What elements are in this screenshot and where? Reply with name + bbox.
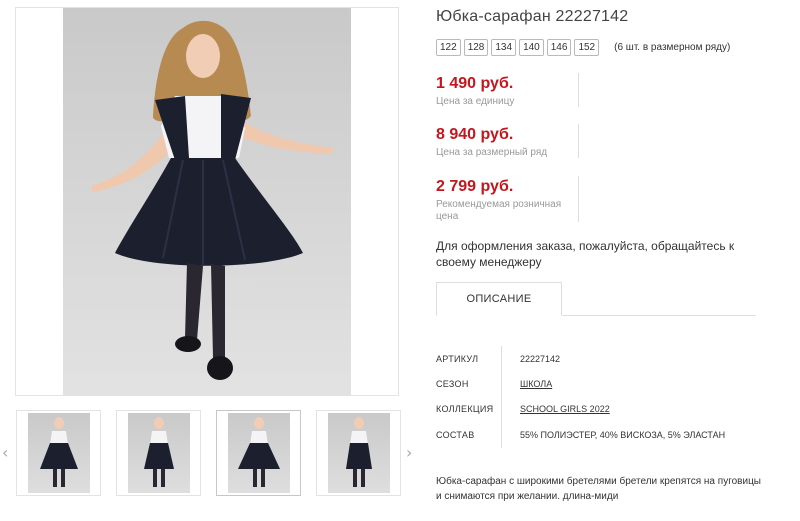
spec-row: СЕЗОН ШКОЛА — [436, 379, 766, 399]
spec-divider — [501, 346, 502, 448]
size-badge: 140 — [519, 39, 544, 56]
spec-value: 55% ПОЛИЭСТЕР, 40% ВИСКОЗА, 5% ЭЛАСТАН — [520, 430, 726, 440]
size-badge: 122 — [436, 39, 461, 56]
thumbnail-3[interactable] — [216, 410, 301, 496]
season-link[interactable]: ШКОЛА — [520, 379, 552, 389]
product-description: Юбка-сарафан с широкими бретелями бретел… — [436, 476, 761, 502]
thumbnail-2[interactable] — [116, 410, 201, 496]
price-retail: 2 799 руб. Рекомендуемая розничная цена — [436, 178, 570, 223]
tab-bar: ОПИСАНИЕ — [436, 282, 756, 316]
price-label: Рекомендуемая розничная цена — [436, 199, 562, 222]
price-value: 1 490 руб. — [436, 75, 514, 92]
price-size-range: 8 940 руб. Цена за размерный ряд — [436, 126, 547, 159]
sizes-note: (6 шт. в размерном ряду) — [614, 42, 731, 53]
spec-row: СОСТАВ 55% ПОЛИЭСТЕР, 40% ВИСКОЗА, 5% ЭЛ… — [436, 430, 766, 450]
spec-row: АРТИКУЛ 22227142 — [436, 354, 766, 374]
thumbnail-figure — [238, 417, 280, 487]
thumbnail-1[interactable] — [16, 410, 101, 496]
product-title: Юбка-сарафан 22227142 — [436, 8, 629, 25]
thumbnail-4[interactable] — [316, 410, 401, 496]
main-product-image[interactable] — [15, 7, 399, 396]
size-badge: 146 — [546, 39, 572, 56]
spec-key: СЕЗОН — [436, 379, 469, 389]
tab-description[interactable]: ОПИСАНИЕ — [436, 282, 562, 316]
size-list: 122 128 134 140 146 152 (6 шт. в размерн… — [436, 39, 730, 56]
price-divider — [578, 176, 579, 222]
spec-value: 22227142 — [520, 354, 561, 364]
thumbnail-strip — [0, 410, 420, 496]
price-divider — [578, 124, 579, 158]
size-badge: 128 — [463, 39, 489, 56]
size-badge: 134 — [491, 39, 517, 56]
thumbnail-figure — [40, 417, 78, 487]
price-value: 2 799 руб. — [436, 178, 514, 195]
chevron-right-icon[interactable]: › — [406, 444, 416, 462]
size-badge: 152 — [574, 39, 600, 56]
order-note: Для оформления заказа, пожалуйста, обращ… — [436, 239, 735, 269]
thumbnail-figure — [144, 417, 174, 487]
spec-row: КОЛЛЕКЦИЯ SCHOOL GIRLS 2022 — [436, 404, 766, 424]
price-unit: 1 490 руб. Цена за единицу — [436, 75, 514, 108]
thumbnail-figure — [346, 417, 372, 487]
spec-key: АРТИКУЛ — [436, 354, 479, 364]
collection-link[interactable]: SCHOOL GIRLS 2022 — [520, 404, 610, 414]
price-label: Цена за размерный ряд — [436, 147, 548, 158]
spec-key: КОЛЛЕКЦИЯ — [436, 404, 494, 414]
price-value: 8 940 руб. — [436, 126, 514, 143]
price-divider — [578, 73, 579, 107]
price-label: Цена за единицу — [436, 96, 515, 107]
spec-key: СОСТАВ — [436, 430, 475, 440]
